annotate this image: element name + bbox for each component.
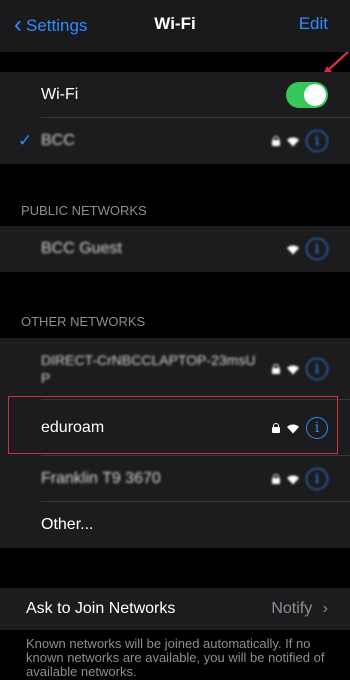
- eduroam-highlight-box: [8, 396, 338, 454]
- info-icon[interactable]: i: [306, 358, 328, 380]
- wifi-icon: [287, 137, 299, 146]
- footer-note: Known networks will be joined automatica…: [26, 636, 325, 679]
- wifi-toggle[interactable]: [286, 82, 328, 108]
- network-row-franklin[interactable]: Franklin T9 3670 i: [0, 456, 350, 502]
- chevron-right-icon: ›: [322, 600, 328, 617]
- wifi-icon: [287, 475, 299, 484]
- network-row-bcc-guest[interactable]: BCC Guest i: [0, 226, 350, 272]
- wifi-icon: [287, 245, 299, 254]
- ask-to-join-row[interactable]: Ask to Join Networks Notify ›: [0, 588, 350, 630]
- network-status-icons: i: [272, 118, 328, 164]
- ask-to-join-value-text: Notify: [271, 600, 313, 617]
- network-status-icons: i: [286, 226, 328, 272]
- info-icon[interactable]: i: [306, 130, 328, 152]
- page-title: Wi-Fi: [154, 14, 196, 33]
- toggle-knob: [304, 84, 326, 106]
- network-row-direct[interactable]: DIRECT-CrNBCCLAPTOP-23msUP i: [0, 338, 350, 400]
- info-icon[interactable]: i: [306, 238, 328, 260]
- edit-button[interactable]: Edit: [299, 14, 328, 34]
- ask-to-join-value: Notify ›: [271, 600, 328, 618]
- wifi-toggle-row: Wi-Fi: [0, 72, 350, 118]
- checkmark-icon: ✓: [18, 131, 33, 150]
- lock-icon: [272, 136, 280, 146]
- network-status-icons: i: [272, 456, 328, 502]
- navigation-bar: ‹ Settings Wi-Fi Edit: [0, 0, 350, 52]
- lock-icon: [272, 474, 280, 484]
- other-network-row[interactable]: Other...: [0, 502, 350, 548]
- wifi-group: Wi-Fi ✓ BCC i: [0, 72, 350, 164]
- wifi-icon: [287, 365, 299, 374]
- ask-to-join-label: Ask to Join Networks: [26, 600, 176, 617]
- other-network-label: Other...: [41, 516, 94, 533]
- public-networks-group: BCC Guest i: [0, 226, 350, 272]
- info-icon[interactable]: i: [306, 468, 328, 490]
- public-networks-header: PUBLIC NETWORKS: [21, 203, 147, 218]
- lock-icon: [272, 364, 280, 374]
- other-networks-header: OTHER NETWORKS: [21, 314, 146, 329]
- network-status-icons: i: [272, 338, 328, 400]
- connected-network-row[interactable]: ✓ BCC i: [0, 118, 350, 164]
